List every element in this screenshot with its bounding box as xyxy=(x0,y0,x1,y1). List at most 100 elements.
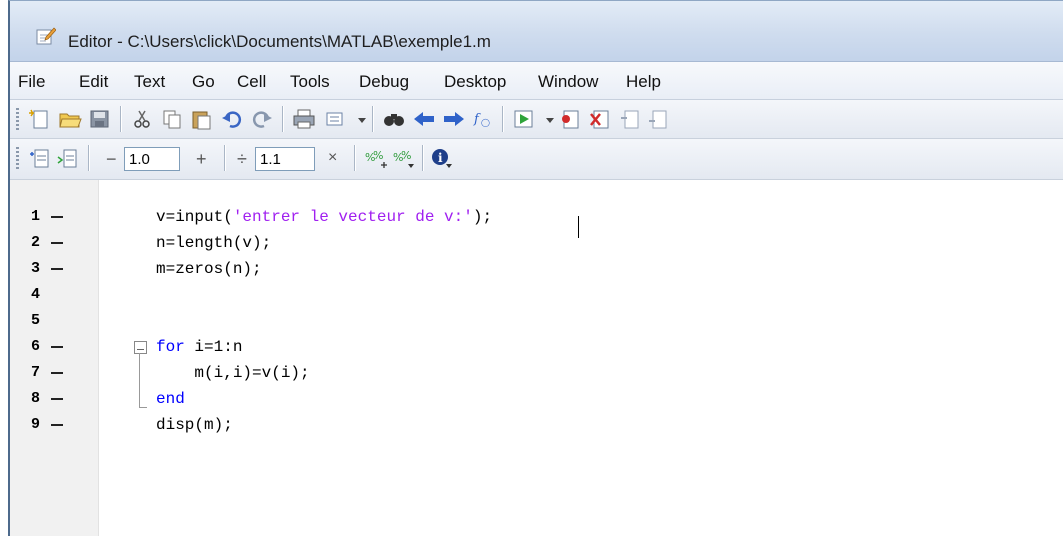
line-number: 3 xyxy=(30,260,40,277)
evaluate-cell-icon[interactable] xyxy=(56,147,80,169)
toolbar-grip[interactable] xyxy=(16,147,19,169)
comment-icon[interactable] xyxy=(324,108,348,130)
code-token: ); xyxy=(472,208,493,226)
line-number: 4 xyxy=(30,286,40,303)
function-icon[interactable]: f ◯ xyxy=(472,108,496,130)
menu-debug[interactable]: Debug xyxy=(359,72,409,92)
code-text: n=length(v); xyxy=(156,230,271,256)
code-text: disp(m); xyxy=(156,412,233,438)
code-line[interactable]: 1 v=input('entrer le vecteur de v:'); xyxy=(10,204,1063,230)
toolbar-separator xyxy=(354,145,355,171)
code-line[interactable]: 4 xyxy=(10,282,1063,308)
copy-icon[interactable] xyxy=(160,108,184,130)
svg-text:◯: ◯ xyxy=(481,118,490,127)
line-number: 1 xyxy=(30,208,40,225)
step-icon[interactable] xyxy=(618,108,642,130)
breakpoint-dash[interactable] xyxy=(51,424,63,426)
menu-go[interactable]: Go xyxy=(192,72,215,92)
forward-arrow-icon[interactable] xyxy=(442,108,466,130)
divide-button[interactable]: ÷ xyxy=(237,149,247,170)
code-line[interactable]: 5 xyxy=(10,308,1063,334)
toolbar-separator xyxy=(422,145,423,171)
menu-desktop[interactable]: Desktop xyxy=(444,72,506,92)
svg-text:%: % xyxy=(373,149,383,162)
code-token: n=length(v); xyxy=(156,234,272,252)
open-folder-icon[interactable] xyxy=(58,108,82,130)
title-bar[interactable]: Editor - C:\Users\click\Documents\MATLAB… xyxy=(10,1,1063,62)
code-line[interactable]: 7 m(i,i)=v(i); xyxy=(10,360,1063,386)
code-text: m=zeros(n); xyxy=(156,256,262,282)
percent-add-icon[interactable]: %% xyxy=(364,147,388,169)
editor-document-icon xyxy=(36,27,56,45)
toolbar-separator xyxy=(372,106,373,132)
set-breakpoint-icon[interactable] xyxy=(558,108,582,130)
window-title: Editor - C:\Users\click\Documents\MATLAB… xyxy=(68,32,491,51)
decrement-value-field[interactable]: 1.0 xyxy=(124,147,180,171)
code-token: i=1:n xyxy=(184,338,243,356)
code-line[interactable]: 3 m=zeros(n); xyxy=(10,256,1063,282)
menu-help[interactable]: Help xyxy=(626,72,661,92)
breakpoint-dash[interactable] xyxy=(51,398,63,400)
line-number: 7 xyxy=(30,364,40,381)
code-keyword: end xyxy=(156,390,185,408)
code-keyword: for xyxy=(156,338,185,356)
fold-bracket xyxy=(139,353,147,408)
clear-breakpoint-icon[interactable] xyxy=(588,108,612,130)
paste-icon[interactable] xyxy=(190,108,214,130)
save-icon[interactable] xyxy=(88,108,112,130)
code-editor[interactable]: 1 v=input('entrer le vecteur de v:'); 2 n=l… xyxy=(10,180,1063,536)
text-cursor xyxy=(578,216,579,238)
menu-cell[interactable]: Cell xyxy=(237,72,266,92)
code-line[interactable]: 2 n=length(v); xyxy=(10,230,1063,256)
chevron-down-icon[interactable] xyxy=(538,108,554,130)
cut-icon[interactable] xyxy=(130,108,154,130)
code-line[interactable]: 8 end xyxy=(10,386,1063,412)
breakpoint-dash[interactable] xyxy=(51,346,63,348)
menu-tools[interactable]: Tools xyxy=(290,72,330,92)
new-file-icon[interactable] xyxy=(28,108,52,130)
code-text: v=input('entrer le vecteur de v:'); xyxy=(156,204,492,230)
breakpoint-dash[interactable] xyxy=(51,268,63,270)
chevron-down-icon[interactable] xyxy=(350,108,366,130)
line-number: 5 xyxy=(30,312,40,329)
svg-text:%: % xyxy=(401,149,411,162)
menu-file[interactable]: File xyxy=(18,72,45,92)
svg-text:f: f xyxy=(473,112,481,127)
code-line[interactable]: 6 for i=1:n xyxy=(10,334,1063,360)
percent-menu-icon[interactable]: %% xyxy=(392,147,416,169)
code-text: end xyxy=(156,386,185,412)
divide-value-field[interactable]: 1.1 xyxy=(255,147,315,171)
step-in-icon[interactable] xyxy=(646,108,670,130)
code-token: m(i,i)=v(i); xyxy=(156,364,310,382)
toolbar-separator xyxy=(224,145,225,171)
menu-text[interactable]: Text xyxy=(134,72,165,92)
decrement-button[interactable]: − xyxy=(106,149,117,170)
find-icon[interactable] xyxy=(382,108,406,130)
svg-text:i: i xyxy=(438,151,443,165)
toolbar-separator xyxy=(120,106,121,132)
line-number: 6 xyxy=(30,338,40,355)
multiply-button[interactable]: × xyxy=(328,149,337,167)
toolbar-separator xyxy=(88,145,89,171)
menu-edit[interactable]: Edit xyxy=(79,72,108,92)
back-arrow-icon[interactable] xyxy=(412,108,436,130)
breakpoint-dash[interactable] xyxy=(51,216,63,218)
breakpoint-dash[interactable] xyxy=(51,242,63,244)
undo-icon[interactable] xyxy=(220,108,244,130)
increment-button[interactable]: + xyxy=(196,149,207,170)
info-icon[interactable]: i xyxy=(430,147,454,169)
menu-window[interactable]: Window xyxy=(538,72,598,92)
main-toolbar: f ◯ xyxy=(10,100,1063,139)
print-icon[interactable] xyxy=(292,108,316,130)
run-icon[interactable] xyxy=(512,108,536,130)
redo-icon[interactable] xyxy=(250,108,274,130)
line-number: 9 xyxy=(30,416,40,433)
breakpoint-dash[interactable] xyxy=(51,372,63,374)
code-token: v=input( xyxy=(156,208,233,226)
line-number: 2 xyxy=(30,234,40,251)
insert-cell-icon[interactable] xyxy=(28,147,52,169)
toolbar-grip[interactable] xyxy=(16,108,19,130)
code-text: m(i,i)=v(i); xyxy=(156,360,310,386)
code-line[interactable]: 9 disp(m); xyxy=(10,412,1063,438)
cell-toolbar: − 1.0 + ÷ 1.1 × %% %% i xyxy=(10,139,1063,180)
